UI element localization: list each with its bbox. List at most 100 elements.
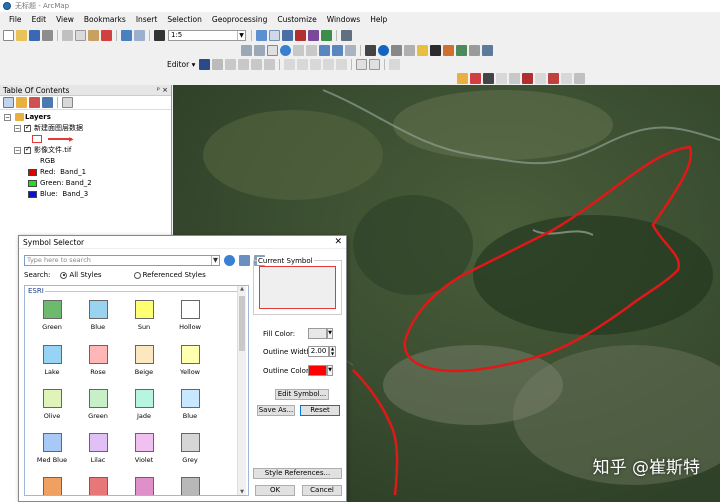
measure-icon[interactable] — [404, 44, 415, 56]
symbol-swatch-item[interactable]: Yellow — [169, 345, 211, 376]
symbol-swatch-item[interactable]: Grey — [169, 433, 211, 464]
rotate-tool-icon[interactable] — [336, 58, 348, 70]
select-features-icon[interactable] — [345, 44, 356, 56]
arctoolbox-icon[interactable] — [308, 29, 319, 41]
reshape-feature-icon[interactable] — [297, 58, 309, 70]
chevron-down-icon[interactable]: ▼ — [237, 30, 245, 40]
edit-vertices-icon[interactable] — [284, 58, 296, 70]
model-builder-icon[interactable] — [341, 29, 352, 41]
georeferencing-icon[interactable] — [496, 72, 507, 84]
redo-icon[interactable] — [134, 29, 145, 41]
full-extent-icon[interactable] — [280, 44, 291, 56]
collapse-icon[interactable]: − — [14, 124, 21, 132]
layer-icon[interactable] — [457, 72, 468, 84]
map-scale-combo[interactable]: 1:5 ▼ — [168, 29, 246, 41]
fill-color-button[interactable] — [308, 328, 327, 339]
symbol-swatch-item[interactable]: Med Blue — [31, 433, 73, 464]
outline-width-spinner[interactable]: ▲ ▼ — [329, 346, 336, 357]
menu-windows[interactable]: Windows — [322, 15, 365, 24]
symbol-swatch-item[interactable] — [123, 477, 165, 495]
report-icon[interactable] — [535, 72, 546, 84]
search-options-icon[interactable] — [239, 255, 250, 266]
outline-width-input[interactable]: 2.00 — [308, 346, 329, 357]
add-data-icon[interactable] — [154, 29, 165, 41]
print-icon[interactable] — [42, 29, 53, 41]
outline-color-button[interactable] — [308, 365, 327, 376]
viewer-icon[interactable] — [574, 72, 585, 84]
python-window-icon[interactable] — [321, 29, 332, 41]
fixed-zoom-out-icon[interactable] — [306, 44, 317, 56]
catalog-icon[interactable] — [282, 29, 293, 41]
editor-menu[interactable]: Editor ▾ — [167, 60, 195, 69]
symbol-swatch-item[interactable]: Green — [31, 300, 73, 331]
green-band-swatch[interactable] — [28, 179, 37, 187]
symbol-swatch-item[interactable] — [77, 477, 119, 495]
symbol-swatch-item[interactable]: Olive — [31, 389, 73, 420]
blue-band-swatch[interactable] — [28, 190, 37, 198]
edit-annotation-icon[interactable] — [212, 58, 224, 70]
edit-tool-icon[interactable] — [199, 58, 211, 70]
save-icon[interactable] — [29, 29, 40, 41]
trace-icon[interactable] — [251, 58, 263, 70]
layer-visibility-checkbox[interactable] — [24, 123, 31, 132]
symbol-swatch-item[interactable]: Rose — [77, 345, 119, 376]
list-by-source-icon[interactable] — [16, 97, 27, 108]
create-features-icon[interactable] — [389, 58, 401, 70]
symbol-swatch-item[interactable]: Green — [77, 389, 119, 420]
cancel-button[interactable]: Cancel — [302, 485, 342, 496]
copy-icon[interactable] — [75, 29, 86, 41]
menu-customize[interactable]: Customize — [272, 15, 321, 24]
new-document-icon[interactable] — [3, 29, 14, 41]
refresh-icon[interactable] — [509, 72, 520, 84]
pan-icon[interactable] — [267, 44, 278, 56]
cut-icon[interactable] — [62, 29, 73, 41]
symbol-swatch-item[interactable]: Violet — [123, 433, 165, 464]
split-tool-icon[interactable] — [323, 58, 335, 70]
list-by-drawing-order-icon[interactable] — [3, 97, 14, 108]
search-icon[interactable] — [224, 255, 235, 266]
delete-icon[interactable] — [101, 29, 112, 41]
point-icon[interactable] — [264, 58, 276, 70]
ok-button[interactable]: OK — [255, 485, 295, 496]
hyperlink-icon[interactable] — [417, 44, 428, 56]
gallery-scrollbar[interactable]: ▲ ▼ — [237, 286, 246, 495]
scroll-up-icon[interactable]: ▲ — [238, 286, 246, 292]
scrollbar-thumb[interactable] — [239, 296, 245, 351]
edit-symbol-button[interactable]: Edit Symbol... — [275, 389, 329, 400]
style-references-button[interactable]: Style References... — [253, 468, 342, 479]
straight-segment-icon[interactable] — [225, 58, 237, 70]
symbol-swatch-item[interactable]: Lake — [31, 345, 73, 376]
undo-icon[interactable] — [121, 29, 132, 41]
menu-selection[interactable]: Selection — [162, 15, 207, 24]
toc-root-layers[interactable]: − Layers — [4, 112, 51, 122]
symbol-swatch-item[interactable]: Hollow — [169, 300, 211, 331]
symbol-swatch-item[interactable]: Beige — [123, 345, 165, 376]
symbol-search-input[interactable]: Type here to search ▼ — [24, 255, 220, 266]
all-styles-radio[interactable] — [60, 271, 68, 279]
collapse-icon[interactable]: − — [14, 146, 21, 154]
list-by-selection-icon[interactable] — [42, 97, 53, 108]
menu-edit[interactable]: Edit — [27, 15, 52, 24]
collapse-icon[interactable]: − — [4, 113, 11, 121]
close-icon[interactable]: ✕ — [334, 237, 342, 247]
graph-icon[interactable] — [522, 72, 533, 84]
sketch-properties-icon[interactable] — [369, 58, 381, 70]
search-window-icon[interactable] — [295, 29, 306, 41]
magnifier-icon[interactable] — [561, 72, 572, 84]
editor-toolbar-icon[interactable] — [256, 29, 267, 41]
symbol-swatch-item[interactable]: Sun — [123, 300, 165, 331]
menu-geoprocessing[interactable]: Geoprocessing — [207, 15, 272, 24]
reset-button[interactable]: Reset — [300, 405, 340, 416]
red-band-swatch[interactable] — [28, 168, 37, 176]
symbol-swatch-item[interactable]: Blue — [169, 389, 211, 420]
layer-visibility-checkbox[interactable] — [24, 145, 31, 154]
data-frame-icon[interactable] — [470, 72, 481, 84]
symbol-swatch-item[interactable]: Blue — [77, 300, 119, 331]
cut-polygons-icon[interactable] — [310, 58, 322, 70]
chevron-down-icon[interactable]: ▼ — [327, 365, 333, 376]
chevron-down-icon[interactable]: ▼ — [211, 256, 219, 265]
symbol-swatch-item[interactable] — [169, 477, 211, 495]
time-slider-icon[interactable] — [456, 44, 467, 56]
menu-file[interactable]: File — [4, 15, 27, 24]
referenced-styles-radio[interactable] — [133, 271, 141, 279]
